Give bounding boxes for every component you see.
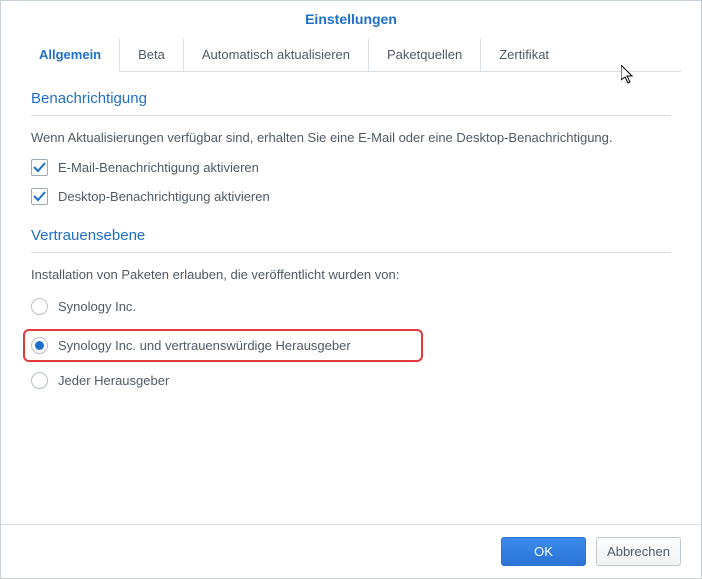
- desktop-notification-checkbox[interactable]: Desktop-Benachrichtigung aktivieren: [31, 188, 671, 205]
- ok-button[interactable]: OK: [501, 537, 586, 566]
- trust-description: Installation von Paketen erlauben, die v…: [31, 267, 671, 282]
- radio-icon: [31, 298, 48, 315]
- content-area: Benachrichtigung Wenn Aktualisierungen v…: [1, 72, 701, 421]
- trust-option-label: Jeder Herausgeber: [58, 373, 169, 388]
- email-notification-label: E-Mail-Benachrichtigung aktivieren: [58, 160, 259, 175]
- checkbox-icon: [31, 159, 48, 176]
- tab-general[interactable]: Allgemein: [21, 39, 120, 72]
- highlighted-option: Synology Inc. und vertrauenswürdige Hera…: [23, 329, 423, 362]
- desktop-notification-label: Desktop-Benachrichtigung aktivieren: [58, 189, 270, 204]
- dialog-footer: OK Abbrechen: [1, 524, 701, 578]
- divider: [31, 115, 671, 116]
- notification-section-title: Benachrichtigung: [31, 90, 671, 107]
- trust-option-any[interactable]: Jeder Herausgeber: [31, 370, 671, 391]
- checkbox-icon: [31, 188, 48, 205]
- tab-package-sources[interactable]: Paketquellen: [369, 39, 481, 72]
- tab-auto-update[interactable]: Automatisch aktualisieren: [184, 39, 369, 72]
- tabs: Allgemein Beta Automatisch aktualisieren…: [1, 39, 701, 72]
- divider: [31, 252, 671, 253]
- trust-option-synology[interactable]: Synology Inc.: [31, 296, 671, 317]
- cancel-button[interactable]: Abbrechen: [596, 537, 681, 566]
- email-notification-checkbox[interactable]: E-Mail-Benachrichtigung aktivieren: [31, 159, 671, 176]
- notification-description: Wenn Aktualisierungen verfügbar sind, er…: [31, 130, 671, 145]
- trust-section-title: Vertrauensebene: [31, 227, 671, 244]
- trust-option-synology-trusted[interactable]: Synology Inc. und vertrauenswürdige Hera…: [31, 335, 415, 356]
- radio-icon: [31, 337, 48, 354]
- radio-icon: [31, 372, 48, 389]
- trust-option-label: Synology Inc. und vertrauenswürdige Hera…: [58, 338, 351, 353]
- trust-option-label: Synology Inc.: [58, 299, 136, 314]
- tab-certificate[interactable]: Zertifikat: [481, 39, 567, 72]
- tab-beta[interactable]: Beta: [120, 39, 184, 72]
- dialog-title: Einstellungen: [1, 1, 701, 37]
